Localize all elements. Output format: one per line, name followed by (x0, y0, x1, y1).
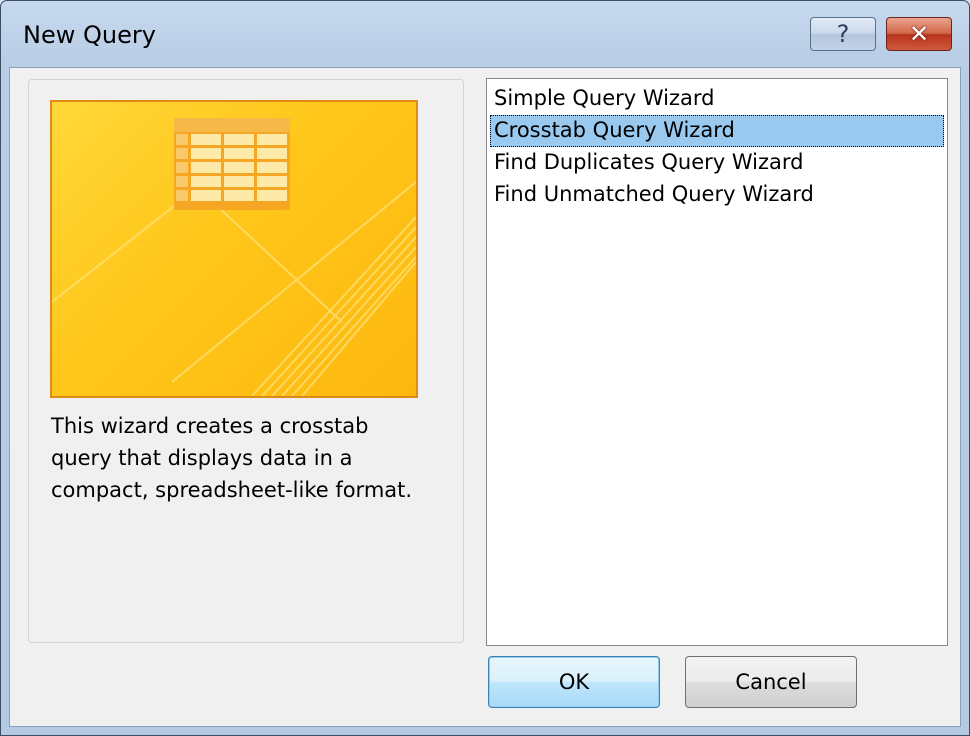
list-item-find-unmatched-query-wizard[interactable]: Find Unmatched Query Wizard (490, 179, 944, 211)
dialog-body: This wizard creates a crosstab query tha… (9, 67, 961, 727)
list-item-simple-query-wizard[interactable]: Simple Query Wizard (490, 83, 944, 115)
new-query-dialog: New Query ? ✕ This wizard creates a cros… (0, 0, 970, 736)
wizard-description: This wizard creates a crosstab query tha… (51, 414, 413, 502)
wizard-preview-image (50, 100, 418, 398)
list-item-find-duplicates-query-wizard[interactable]: Find Duplicates Query Wizard (490, 147, 944, 179)
wizard-info-panel: This wizard creates a crosstab query tha… (28, 79, 464, 643)
close-button[interactable]: ✕ (886, 17, 952, 51)
cancel-button[interactable]: Cancel (685, 656, 857, 708)
title-bar[interactable]: New Query ? ✕ (1, 1, 969, 75)
help-button[interactable]: ? (810, 17, 876, 51)
crosstab-table-icon (52, 118, 416, 396)
question-mark-icon: ? (836, 20, 850, 48)
close-icon: ✕ (908, 20, 930, 48)
ok-button[interactable]: OK (488, 656, 660, 708)
list-item-crosstab-query-wizard[interactable]: Crosstab Query Wizard (490, 115, 944, 147)
wizard-list[interactable]: Simple Query Wizard Crosstab Query Wizar… (486, 78, 948, 646)
dialog-title: New Query (23, 21, 156, 49)
